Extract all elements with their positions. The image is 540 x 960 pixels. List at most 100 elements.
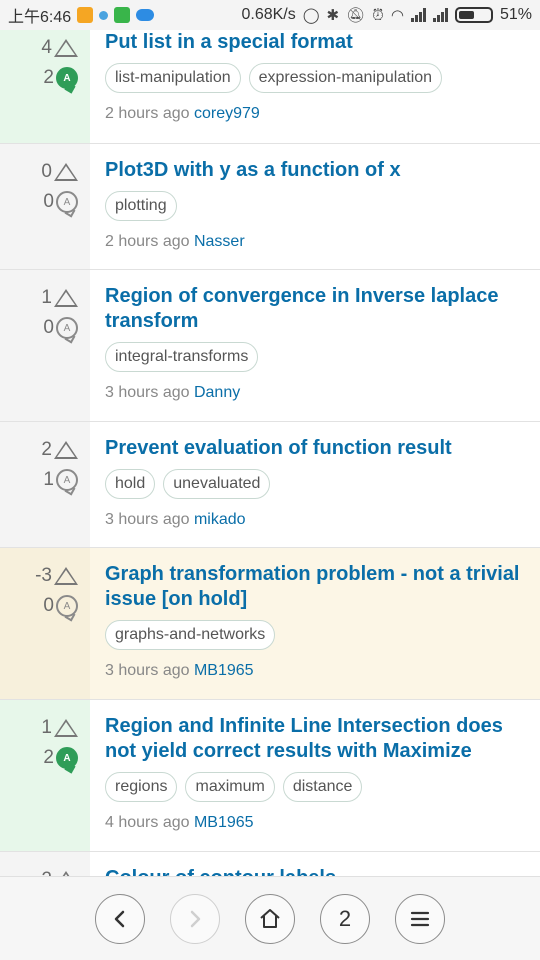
question-stats: 2 — [0, 852, 90, 876]
answer-count: 1 — [43, 469, 54, 490]
tag-list: integral-transforms — [105, 342, 526, 372]
question-stats: 1 0 A — [0, 270, 90, 421]
answer-icon: A — [56, 469, 78, 491]
question-list[interactable]: 4 2 A Put list in a special format list-… — [0, 30, 540, 876]
question-item[interactable]: 0 0 A Plot3D with y as a function of x p… — [0, 144, 540, 270]
tag[interactable]: list-manipulation — [105, 63, 241, 93]
user-link[interactable]: mikado — [194, 511, 246, 528]
question-item[interactable]: 1 0 A Region of convergence in Inverse l… — [0, 270, 540, 422]
answer-count-row: 2 A — [43, 67, 78, 89]
home-button[interactable] — [245, 893, 295, 944]
back-button[interactable] — [95, 893, 145, 944]
question-stats: 1 2 A — [0, 700, 90, 851]
question-item[interactable]: 2 1 A Prevent evaluation of function res… — [0, 422, 540, 548]
user-link[interactable]: corey979 — [194, 105, 260, 122]
asked-time: 3 hours ago — [105, 662, 190, 679]
question-title[interactable]: Prevent evaluation of function result — [105, 436, 526, 461]
notification-cloud-icon — [136, 9, 155, 21]
upvote-icon — [54, 289, 78, 307]
question-title[interactable]: Put list in a special format — [105, 30, 526, 55]
answer-count-row: 0 A — [43, 317, 78, 339]
tag[interactable]: expression-manipulation — [248, 63, 443, 93]
menu-button[interactable] — [395, 893, 445, 944]
asked-time: 4 hours ago — [105, 814, 190, 831]
question-item[interactable]: 4 2 A Put list in a special format list-… — [0, 30, 540, 144]
user-link[interactable]: Danny — [194, 384, 240, 401]
signal-icon — [410, 8, 426, 22]
answer-count-row: 1 A — [43, 469, 78, 491]
upvote-icon — [54, 39, 78, 57]
tag[interactable]: maximum — [185, 772, 275, 802]
question-title[interactable]: Colour of contour labels — [105, 866, 526, 876]
notification-app-icon — [77, 7, 94, 23]
answer-count: 2 — [43, 747, 54, 768]
user-link[interactable]: MB1965 — [194, 662, 254, 679]
wifi-icon: ◠ — [390, 7, 404, 24]
vote-count-row: 1 — [41, 717, 78, 739]
user-link[interactable]: MB1965 — [194, 814, 254, 831]
question-stats: -3 0 A — [0, 548, 90, 699]
vote-count-row: 4 — [41, 37, 78, 59]
question-meta: 3 hours ago Danny — [105, 384, 526, 402]
answer-count-row: 2 A — [43, 747, 78, 769]
tag[interactable]: unevaluated — [163, 469, 271, 499]
browser-bottom-bar: 2 — [0, 876, 540, 960]
tag[interactable]: graphs-and-networks — [105, 620, 276, 650]
asked-time: 2 hours ago — [105, 105, 190, 122]
tabs-button[interactable]: 2 — [320, 893, 370, 944]
bluetooth-icon: ✱ — [326, 7, 340, 24]
tag[interactable]: distance — [282, 772, 363, 802]
status-time: 上午6:46 — [8, 9, 72, 26]
asked-time: 2 hours ago — [105, 233, 190, 250]
question-title[interactable]: Region and Infinite Line Intersection do… — [105, 714, 526, 764]
tag[interactable]: plotting — [105, 191, 177, 221]
answer-icon: A — [56, 317, 78, 339]
question-item[interactable]: 1 2 A Region and Infinite Line Intersect… — [0, 700, 540, 852]
sync-icon: ◯ — [302, 7, 320, 24]
vote-count: -3 — [35, 565, 52, 586]
answer-count: 2 — [43, 67, 54, 88]
question-item[interactable]: 2 Colour of contour labels — [0, 852, 540, 876]
network-speed: 0.68K/s — [241, 6, 296, 23]
answer-icon: A — [56, 595, 78, 617]
tag-list: hold unevaluated — [105, 469, 526, 499]
answer-count: 0 — [43, 191, 54, 212]
question-meta: 2 hours ago Nasser — [105, 233, 526, 251]
upvote-icon — [54, 719, 78, 737]
question-title[interactable]: Plot3D with y as a function of x — [105, 158, 526, 183]
answer-count-row: 0 A — [43, 595, 78, 617]
question-meta: 2 hours ago corey979 — [105, 105, 526, 123]
tag[interactable]: hold — [105, 469, 156, 499]
upvote-icon — [54, 567, 78, 585]
home-icon — [260, 908, 280, 928]
signal-2-icon — [432, 8, 448, 22]
forward-button[interactable] — [170, 893, 220, 944]
question-title[interactable]: Graph transformation problem - not a tri… — [105, 562, 526, 612]
vote-count: 0 — [41, 161, 52, 182]
battery-icon — [454, 7, 493, 23]
question-meta: 3 hours ago MB1965 — [105, 662, 526, 680]
tag[interactable]: integral-transforms — [105, 342, 259, 372]
answer-count: 0 — [43, 317, 54, 338]
upvote-icon — [54, 163, 78, 181]
tag[interactable]: regions — [105, 772, 178, 802]
notification-dot-icon — [99, 10, 109, 20]
answer-icon: A — [56, 191, 78, 213]
vote-count: 2 — [41, 439, 52, 460]
user-link[interactable]: Nasser — [194, 233, 245, 250]
vote-count-row: -3 — [35, 565, 78, 587]
question-stats: 0 0 A — [0, 144, 90, 269]
hamburger-icon — [410, 911, 430, 926]
battery-percent: 51% — [499, 6, 532, 23]
vote-count-row: 2 — [41, 439, 78, 461]
alarm-icon: ⏰︎ — [372, 6, 384, 24]
asked-time: 3 hours ago — [105, 384, 190, 401]
tag-list: regions maximum distance — [105, 772, 526, 802]
notification-sim-icon — [114, 7, 131, 23]
vote-count: 4 — [41, 37, 52, 58]
question-item-on-hold[interactable]: -3 0 A Graph transformation problem - no… — [0, 548, 540, 700]
question-title[interactable]: Region of convergence in Inverse laplace… — [105, 284, 526, 334]
vote-count-row: 0 — [41, 161, 78, 183]
chevron-left-icon — [114, 910, 125, 927]
accepted-answer-icon: A — [56, 67, 78, 89]
